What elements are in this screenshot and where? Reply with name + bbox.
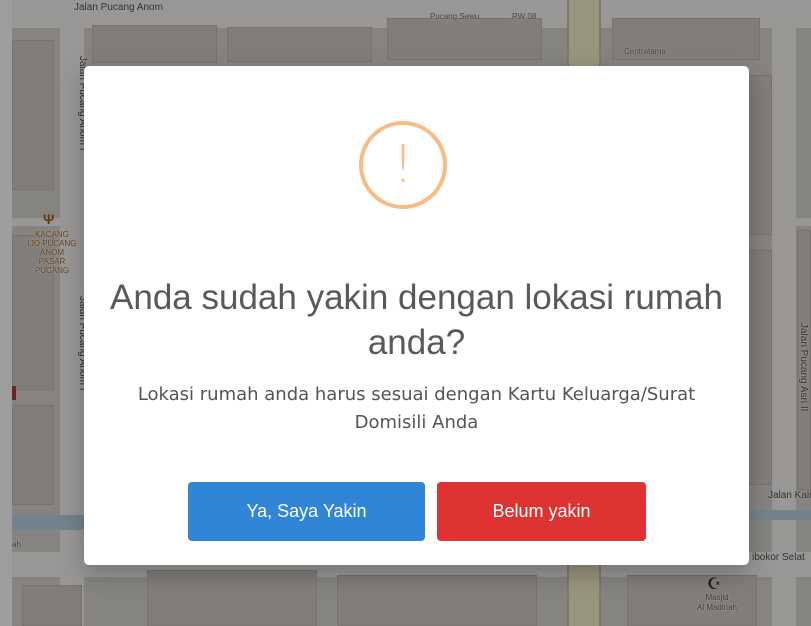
- dialog-message: Lokasi rumah anda harus sesuai dengan Ka…: [137, 384, 696, 433]
- dialog-title: Anda sudah yakin dengan lokasi rumah and…: [110, 278, 723, 362]
- confirm-button[interactable]: Ya, Saya Yakin: [188, 482, 425, 541]
- confirmation-dialog: ! Anda sudah yakin dengan lokasi rumah a…: [84, 66, 749, 565]
- cancel-button[interactable]: Belum yakin: [437, 482, 646, 541]
- page: Ψ KACANG IJO PUCANG ANOM PASAR PUCANG Ja…: [0, 0, 811, 626]
- warning-exclamation-icon: !: [359, 121, 447, 209]
